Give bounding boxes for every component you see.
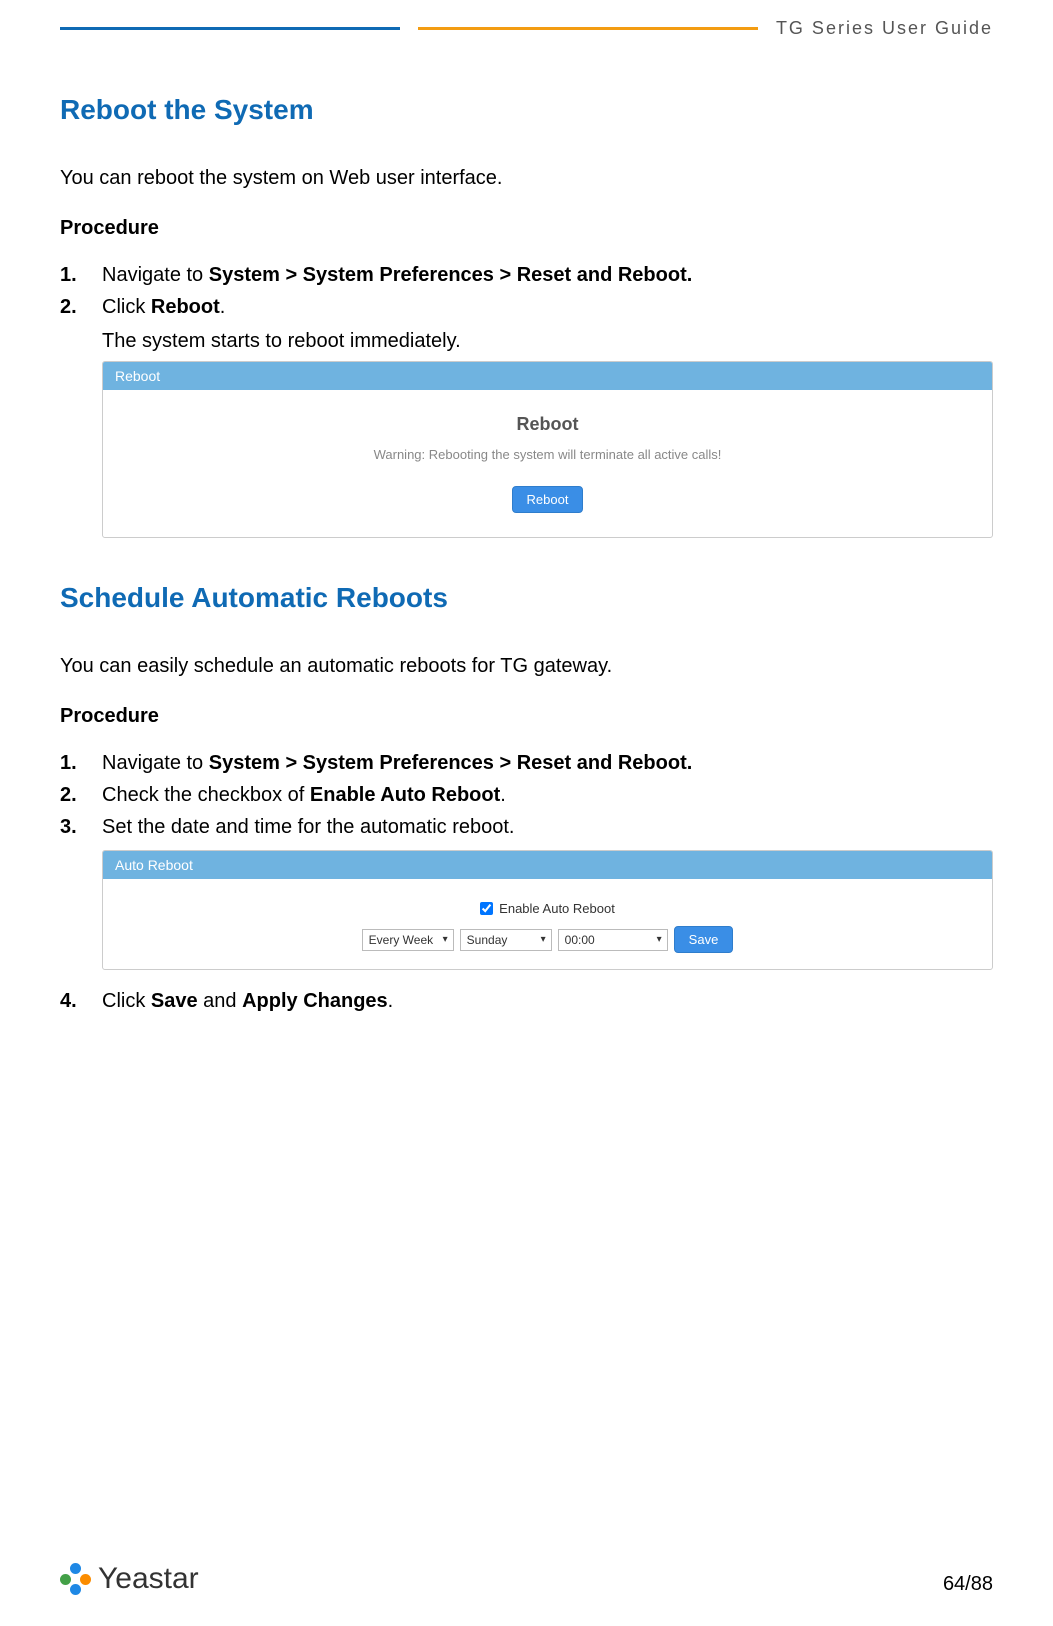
procedure-step: 1. Navigate to System > System Preferenc… (60, 260, 993, 290)
panel-header: Auto Reboot (103, 851, 992, 879)
enable-auto-reboot-checkbox[interactable] (480, 902, 493, 915)
section-intro: You can reboot the system on Web user in… (60, 164, 993, 193)
frequency-select[interactable]: Every Week (362, 929, 454, 951)
step-text: Click (102, 990, 151, 1012)
step-bold: Save (151, 990, 198, 1012)
step-text: Click (102, 296, 151, 318)
panel-body: Reboot Warning: Rebooting the system wil… (103, 390, 992, 537)
step-text: Check the checkbox of (102, 784, 310, 806)
panel-warning: Warning: Rebooting the system will termi… (123, 447, 972, 462)
header-rule-blue (60, 27, 400, 30)
procedure-label: Procedure (60, 705, 993, 728)
step-bold: Apply Changes (242, 990, 388, 1012)
procedure-list: 1. Navigate to System > System Preferenc… (60, 260, 993, 322)
time-select[interactable]: 00:00 (558, 929, 668, 951)
schedule-controls: Every Week Sunday 00:00 Save (123, 926, 972, 953)
brand-logo: Yeastar (60, 1562, 199, 1596)
enable-auto-reboot-label: Enable Auto Reboot (499, 901, 615, 916)
procedure-step: 3. Set the date and time for the automat… (60, 812, 993, 842)
section-intro: You can easily schedule an automatic reb… (60, 652, 993, 681)
procedure-step: 2. Click Reboot. (60, 292, 993, 322)
procedure-step: 1. Navigate to System > System Preferenc… (60, 748, 993, 778)
procedure-list: 4. Click Save and Apply Changes. (60, 986, 993, 1016)
auto-reboot-panel: Auto Reboot Enable Auto Reboot Every Wee… (102, 850, 993, 970)
step-bold: Enable Auto Reboot (310, 784, 500, 806)
day-select[interactable]: Sunday (460, 929, 552, 951)
procedure-step: 4. Click Save and Apply Changes. (60, 986, 993, 1016)
step-number: 1. (60, 260, 77, 290)
reboot-panel: Reboot Reboot Warning: Rebooting the sys… (102, 361, 993, 538)
panel-header: Reboot (103, 362, 992, 390)
panel-title: Reboot (123, 414, 972, 435)
step-bold: System > System Preferences > Reset and … (209, 752, 693, 774)
procedure-step: 2. Check the checkbox of Enable Auto Reb… (60, 780, 993, 810)
step-text: Navigate to (102, 264, 209, 286)
header-rule-orange (418, 27, 758, 30)
brand-name: Yeastar (98, 1562, 199, 1596)
page-number: 64/88 (943, 1573, 993, 1596)
reboot-button[interactable]: Reboot (512, 486, 584, 513)
step-number: 4. (60, 986, 77, 1016)
save-button[interactable]: Save (674, 926, 734, 953)
step-text: . (220, 296, 226, 318)
step-number: 1. (60, 748, 77, 778)
section-heading-schedule: Schedule Automatic Reboots (60, 582, 993, 614)
step-text: . (500, 784, 506, 806)
enable-auto-reboot-row: Enable Auto Reboot (123, 901, 972, 916)
step-bold: Reboot (151, 296, 220, 318)
page-header: TG Series User Guide (60, 0, 993, 39)
step-number: 3. (60, 812, 77, 842)
step-number: 2. (60, 780, 77, 810)
step-subtext: The system starts to reboot immediately. (60, 330, 993, 353)
section-heading-reboot: Reboot the System (60, 94, 993, 126)
panel-body: Enable Auto Reboot Every Week Sunday 00:… (103, 879, 992, 969)
page-footer: Yeastar 64/88 (60, 1562, 993, 1596)
procedure-label: Procedure (60, 217, 993, 240)
doc-title: TG Series User Guide (776, 18, 993, 39)
logo-icon (60, 1563, 92, 1595)
step-text: and (198, 990, 242, 1012)
procedure-list: 1. Navigate to System > System Preferenc… (60, 748, 993, 842)
step-bold: System > System Preferences > Reset and … (209, 264, 693, 286)
step-text: Set the date and time for the automatic … (102, 816, 514, 838)
step-text: Navigate to (102, 752, 209, 774)
step-text: . (388, 990, 394, 1012)
step-number: 2. (60, 292, 77, 322)
